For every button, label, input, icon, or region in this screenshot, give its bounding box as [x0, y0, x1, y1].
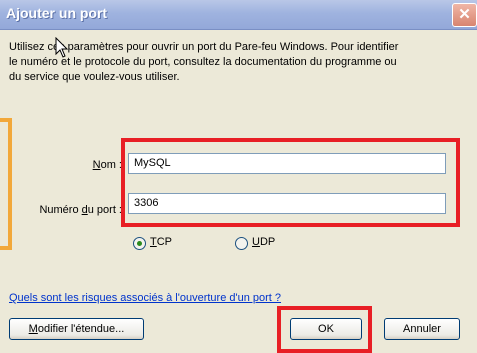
description-line: le numéro et le protocole du port, consu… [9, 56, 397, 68]
modify-scope-button[interactable]: Modifier l'étendue... [9, 318, 144, 340]
radio-selected-dot [137, 241, 142, 246]
risks-link[interactable]: Quels sont les risques associés à l'ouve… [9, 292, 281, 304]
close-button[interactable]: ✕ [452, 3, 477, 27]
port-number-label: Numéro du port : [39, 204, 122, 216]
title-bar: Ajouter un port ✕ [0, 0, 477, 30]
dialog-title: Ajouter un port [6, 5, 108, 21]
orange-highlight-frame [0, 118, 12, 250]
radio-udp-label[interactable]: UDP [252, 236, 275, 248]
close-icon: ✕ [458, 6, 471, 23]
radio-udp[interactable] [235, 237, 248, 250]
radio-tcp-label[interactable]: TCP [150, 236, 172, 248]
description: Utilisez ces paramètres pour ouvrir un p… [9, 40, 473, 85]
radio-tcp[interactable] [133, 237, 146, 250]
description-line: Utilisez ces paramètres pour ouvrir un p… [9, 41, 399, 53]
cancel-button[interactable]: Annuler [384, 318, 460, 340]
red-highlight-fields [121, 138, 460, 227]
cursor-icon [55, 37, 69, 58]
description-line: du service que voulez-vous utiliser. [9, 71, 180, 83]
red-highlight-ok [277, 306, 372, 353]
name-label: Nom : [92, 159, 122, 171]
